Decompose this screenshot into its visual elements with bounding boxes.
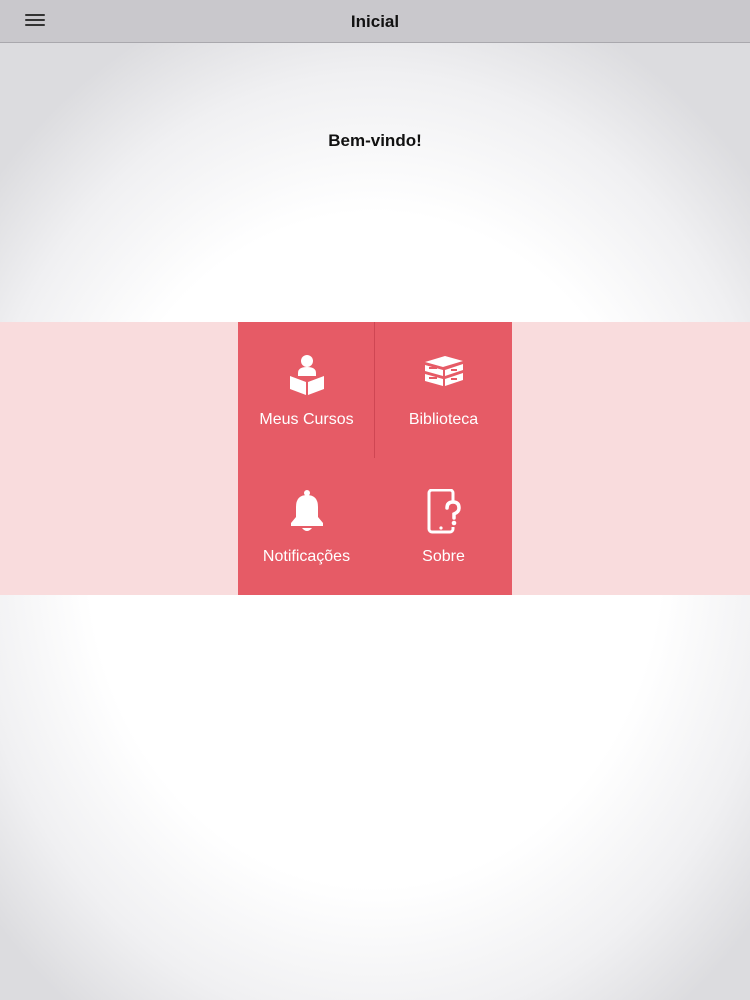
page-title: Inicial [350, 12, 400, 31]
bell-icon [238, 489, 375, 535]
tile-label: Sobre [422, 548, 465, 565]
tile-label: Meus Cursos [259, 411, 354, 428]
tile-meus-cursos[interactable]: Meus Cursos [238, 322, 375, 458]
tile-label: Notificações [262, 548, 351, 565]
books-stack-icon [375, 352, 512, 398]
menu-grid: Meus Cursos Biblioteca Notificações Sobr… [238, 322, 512, 595]
welcome-text: Bem-vindo! [328, 131, 422, 150]
student-reading-icon [238, 352, 375, 398]
navigation-bar: Inicial [0, 0, 750, 43]
tile-sobre[interactable]: Sobre [375, 459, 512, 595]
tile-notificacoes[interactable]: Notificações [238, 459, 375, 595]
tile-biblioteca[interactable]: Biblioteca [375, 322, 512, 458]
phone-question-icon [375, 489, 512, 535]
tile-label: Biblioteca [408, 411, 479, 428]
